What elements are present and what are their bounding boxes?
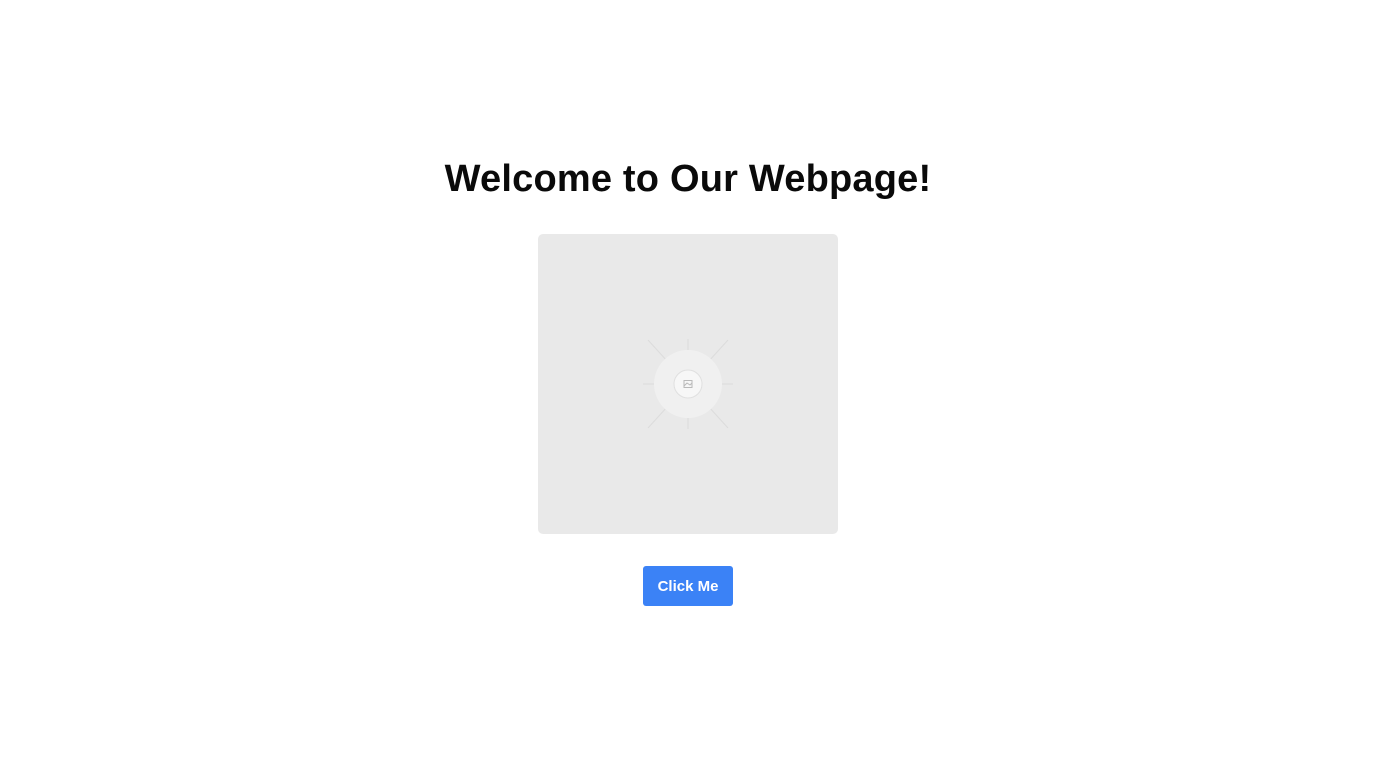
image-placeholder (538, 234, 838, 534)
image-placeholder-icon (643, 339, 733, 429)
click-me-button[interactable]: Click Me (643, 566, 733, 606)
page-title: Welcome to Our Webpage! (444, 158, 932, 200)
page: Welcome to Our Webpage! Click Me (0, 0, 1376, 768)
